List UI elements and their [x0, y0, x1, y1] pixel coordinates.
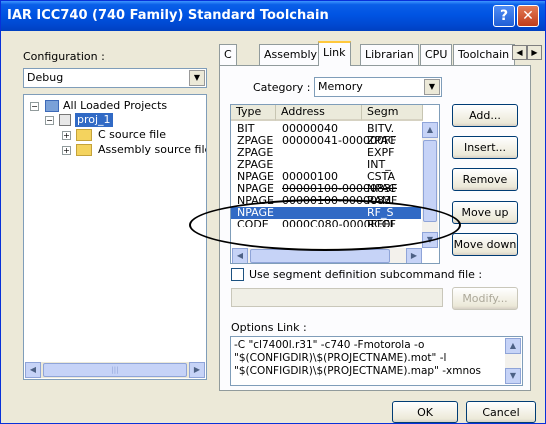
tab-cpu[interactable]: CPU [420, 44, 453, 65]
tree-label: Assembly source file [98, 143, 207, 156]
column-header-address[interactable]: Address [276, 105, 362, 121]
move-up-button[interactable]: Move up [452, 201, 518, 224]
move-down-button[interactable]: Move down [452, 233, 518, 256]
remove-button[interactable]: Remove [452, 168, 518, 191]
configuration-label: Configuration : [23, 50, 105, 63]
modify-button[interactable]: Modify... [452, 287, 518, 310]
use-segment-checkbox[interactable] [231, 268, 244, 281]
help-button[interactable]: ? [493, 5, 515, 27]
collapse-icon[interactable]: − [30, 102, 39, 111]
scroll-up-icon[interactable]: ▲ [422, 122, 438, 138]
chevron-down-icon[interactable]: ▼ [189, 70, 205, 86]
column-header-type[interactable]: Type [231, 105, 276, 121]
table-row[interactable]: NPAGE 00000100 CSTA [231, 171, 421, 183]
window-title: IAR ICC740 (740 Family) Standard Toolcha… [7, 8, 329, 23]
project-tree[interactable]: − All Loaded Projects − proj_1 + C sourc… [23, 94, 207, 380]
configuration-select[interactable]: Debug ▼ [23, 68, 207, 88]
insert-button[interactable]: Insert... [452, 136, 518, 159]
cancel-button[interactable]: Cancel [466, 401, 536, 423]
tree-label: proj_1 [75, 113, 113, 127]
title-bar[interactable]: IAR ICC740 (740 Family) Standard Toolcha… [1, 1, 545, 31]
project-icon [59, 114, 71, 126]
tab-scroll-right-icon[interactable]: ▶ [527, 45, 542, 60]
folder-icon [76, 144, 92, 156]
category-select[interactable]: Memory ▼ [314, 77, 442, 97]
use-segment-label: Use segment definition subcommand file : [249, 268, 483, 281]
close-button[interactable]: ✕ [517, 5, 539, 27]
tab-toolchain[interactable]: Toolchain [453, 44, 515, 65]
scroll-left-icon[interactable]: ◀ [232, 248, 248, 263]
scrollbar-thumb[interactable] [250, 249, 390, 263]
add-button[interactable]: Add... [452, 104, 518, 127]
scroll-right-icon[interactable]: ▶ [406, 248, 422, 263]
table-row[interactable]: NPAGE 00000100-0000083F NPAC [231, 183, 421, 195]
configuration-value: Debug [27, 71, 64, 84]
options-label: Options Link : [231, 321, 307, 334]
table-row[interactable]: ZPAGE INT_ [231, 159, 421, 171]
ok-button[interactable]: OK [392, 401, 458, 423]
segment-file-field[interactable] [231, 288, 443, 307]
highlight-ellipse [189, 199, 461, 251]
scroll-left-icon[interactable]: ◀ [25, 362, 41, 378]
chevron-down-icon[interactable]: ▼ [424, 79, 440, 95]
expand-icon[interactable]: + [62, 146, 71, 155]
tree-label: All Loaded Projects [63, 99, 168, 112]
scroll-right-icon[interactable]: ▶ [189, 362, 205, 378]
table-row[interactable]: ZPAGE EXPF [231, 147, 421, 159]
options-vertical-scrollbar[interactable]: ▲ ▼ [505, 338, 521, 384]
workspace-icon [45, 100, 59, 112]
category-label: Category : [253, 81, 311, 94]
tab-c[interactable]: C [219, 44, 237, 65]
table-row[interactable]: ZPAGE 00000041-000000FF ZPAC [231, 135, 421, 147]
tab-assembly[interactable]: Assembly [259, 44, 323, 65]
scrollbar-thumb[interactable]: ||| [43, 363, 187, 377]
expand-icon[interactable]: + [62, 131, 71, 140]
tab-librarian[interactable]: Librarian [360, 44, 419, 65]
column-header-segment[interactable]: Segm [362, 105, 423, 121]
dialog-window: IAR ICC740 (740 Family) Standard Toolcha… [0, 0, 546, 424]
tree-label: C source file [98, 128, 166, 141]
collapse-icon[interactable]: − [45, 116, 54, 125]
options-text[interactable]: -C "cl7400l.r31" -c740 -Fmotorola -o "$(… [230, 336, 523, 386]
category-value: Memory [318, 80, 363, 93]
folder-icon [76, 129, 92, 141]
scroll-down-icon[interactable]: ▼ [505, 368, 521, 384]
scroll-up-icon[interactable]: ▲ [505, 338, 521, 354]
table-row[interactable]: BIT 00000040 BITV. [231, 123, 421, 135]
tab-scroll-left-icon[interactable]: ◀ [512, 45, 527, 60]
tab-link[interactable]: Link [318, 41, 351, 66]
tree-horizontal-scrollbar[interactable]: ◀ ||| ▶ [25, 362, 205, 378]
